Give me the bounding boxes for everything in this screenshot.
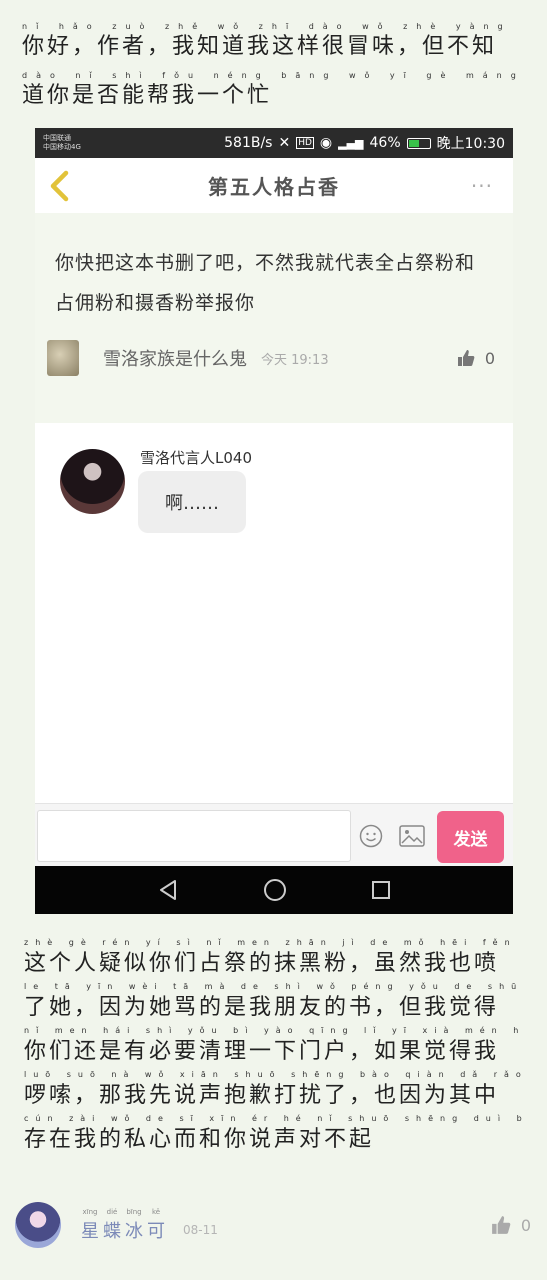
username-char-text: 蝶	[103, 1221, 121, 1242]
body-line-2: 了她，因为她骂的是我朋友的书，但我觉得	[24, 995, 500, 1020]
chat-avatar[interactable]	[60, 449, 125, 514]
nav-back-icon[interactable]	[158, 879, 178, 901]
eye-icon: ◉	[319, 135, 333, 151]
body-text: zhè gè rén yí sì nǐ men zhān jì de mǒ hē…	[24, 938, 524, 1155]
username-char-text: 冰	[125, 1221, 143, 1242]
nav-home-icon[interactable]	[264, 879, 286, 901]
intro-text: nǐ hǎo zuò zhě wǒ zhī dào wǒ zhè yàng hě…	[22, 22, 522, 110]
emoji-icon[interactable]	[359, 824, 383, 848]
thumbs-up-icon	[491, 1216, 511, 1234]
username-char-pinyin: xīng	[82, 1208, 98, 1216]
status-right: 581B/s ✕ HD ◉ ▂▄▆ 46% 晚上10:30	[224, 133, 505, 153]
send-button[interactable]: 发送	[437, 811, 504, 863]
image-icon[interactable]	[399, 825, 425, 847]
post-content: 你快把这本书删了吧，不然我就代表全占祭粉和占佣粉和摄香粉举报你	[55, 252, 476, 314]
avatar[interactable]	[15, 1202, 61, 1248]
battery-percent: 46%	[369, 135, 401, 151]
username-char: 可 kě	[145, 1207, 167, 1243]
like-count: 0	[484, 348, 495, 368]
username-char: 星 xīng	[79, 1207, 101, 1243]
username-char-pinyin: dié	[106, 1208, 118, 1216]
nav-recent-icon[interactable]	[372, 881, 390, 899]
username-char: 蝶 dié	[101, 1207, 123, 1243]
body-line-1: 这个人疑似你们占祭的抹黑粉，虽然我也喷	[24, 951, 500, 976]
reply-time: 今天 19:13	[261, 352, 329, 368]
username-char-pinyin: bīng	[126, 1208, 142, 1216]
network-speed: 581B/s	[224, 135, 273, 151]
like-count: 0	[520, 1215, 531, 1235]
chat-message-bubble: 啊……	[138, 471, 246, 533]
body-line-4: 啰嗦，那我先说声抱歉打扰了，也因为其中	[24, 1083, 500, 1108]
footer-username[interactable]: 星 xīng 蝶 dié 冰 bīng 可 kě	[79, 1207, 167, 1243]
body-pinyin-2: le tā yīn wèi tā mà de shì wǒ péng yǒu d…	[24, 982, 524, 991]
avatar[interactable]	[47, 340, 79, 376]
status-bar: 中国联通 中国移动4G 581B/s ✕ HD ◉ ▂▄▆ 46% 晚上10:3…	[35, 128, 513, 158]
back-arrow-icon[interactable]	[47, 170, 73, 202]
body-pinyin-1: zhè gè rén yí sì nǐ men zhān jì de mǒ hē…	[24, 938, 524, 947]
embedded-screenshot: 中国联通 中国移动4G 581B/s ✕ HD ◉ ▂▄▆ 46% 晚上10:3…	[35, 128, 513, 914]
intro-pinyin-2: dào nǐ shì fǒu néng bāng wǒ yī gè máng	[22, 71, 525, 80]
intro-line-1: 你好，作者，我知道我这样很冒味，但不知	[22, 34, 498, 59]
chat-panel: 雪洛代言人L040 啊……	[35, 423, 513, 803]
hd-icon: HD	[296, 137, 314, 149]
username-char-text: 可	[147, 1221, 165, 1242]
post-date: 08-11	[183, 1223, 218, 1237]
app-title: 第五人格占香	[208, 175, 340, 199]
body-line-3: 你们还是有必要清理一下门户，如果觉得我	[24, 1039, 500, 1064]
reply-username[interactable]: 雪洛家族是什么鬼	[103, 345, 247, 371]
username-char-text: 星	[81, 1221, 99, 1242]
signal-icon: ▂▄▆	[338, 136, 364, 150]
username-char-pinyin: kě	[151, 1208, 161, 1216]
more-icon[interactable]: ···	[471, 174, 493, 198]
nav-bar	[35, 866, 513, 914]
clock: 晚上10:30	[436, 136, 505, 152]
intro-line-2: 道你是否能帮我一个忙	[22, 83, 273, 108]
body-pinyin-5: cún zài wǒ de sī xīn ér hé nǐ shuō shēng…	[24, 1114, 524, 1123]
post-footer: 星 xīng 蝶 dié 冰 bīng 可 kě 08-11 0	[15, 1200, 535, 1250]
carrier-2: 中国移动4G	[43, 143, 81, 151]
thumbs-up-icon	[457, 350, 475, 366]
reply-row: 雪洛家族是什么鬼 今天 19:13 0	[35, 323, 513, 383]
body-pinyin-3: nǐ men hái shì yǒu bì yào qīng lǐ yī xià…	[24, 1026, 524, 1035]
carrier-info: 中国联通 中国移动4G	[43, 134, 173, 152]
intro-pinyin-1: nǐ hǎo zuò zhě wǒ zhī dào wǒ zhè yàng hě…	[22, 22, 522, 31]
chat-username: 雪洛代言人L040	[140, 449, 252, 467]
mute-icon: ✕	[278, 135, 291, 151]
like-button[interactable]: 0	[491, 1215, 531, 1235]
like-button[interactable]: 0	[457, 349, 495, 368]
battery-icon	[406, 137, 431, 149]
body-line-5: 存在我的私心而和你说声对不起	[24, 1127, 375, 1152]
body-pinyin-4: luō suō nà wǒ xiān shuō shēng bào qiàn d…	[24, 1070, 524, 1079]
app-bar: 第五人格占香 ···	[35, 158, 513, 213]
username-char: 冰 bīng	[123, 1207, 145, 1243]
message-input[interactable]	[37, 810, 351, 862]
carrier-1: 中国联通	[43, 134, 71, 142]
input-bar: 发送	[35, 803, 513, 866]
